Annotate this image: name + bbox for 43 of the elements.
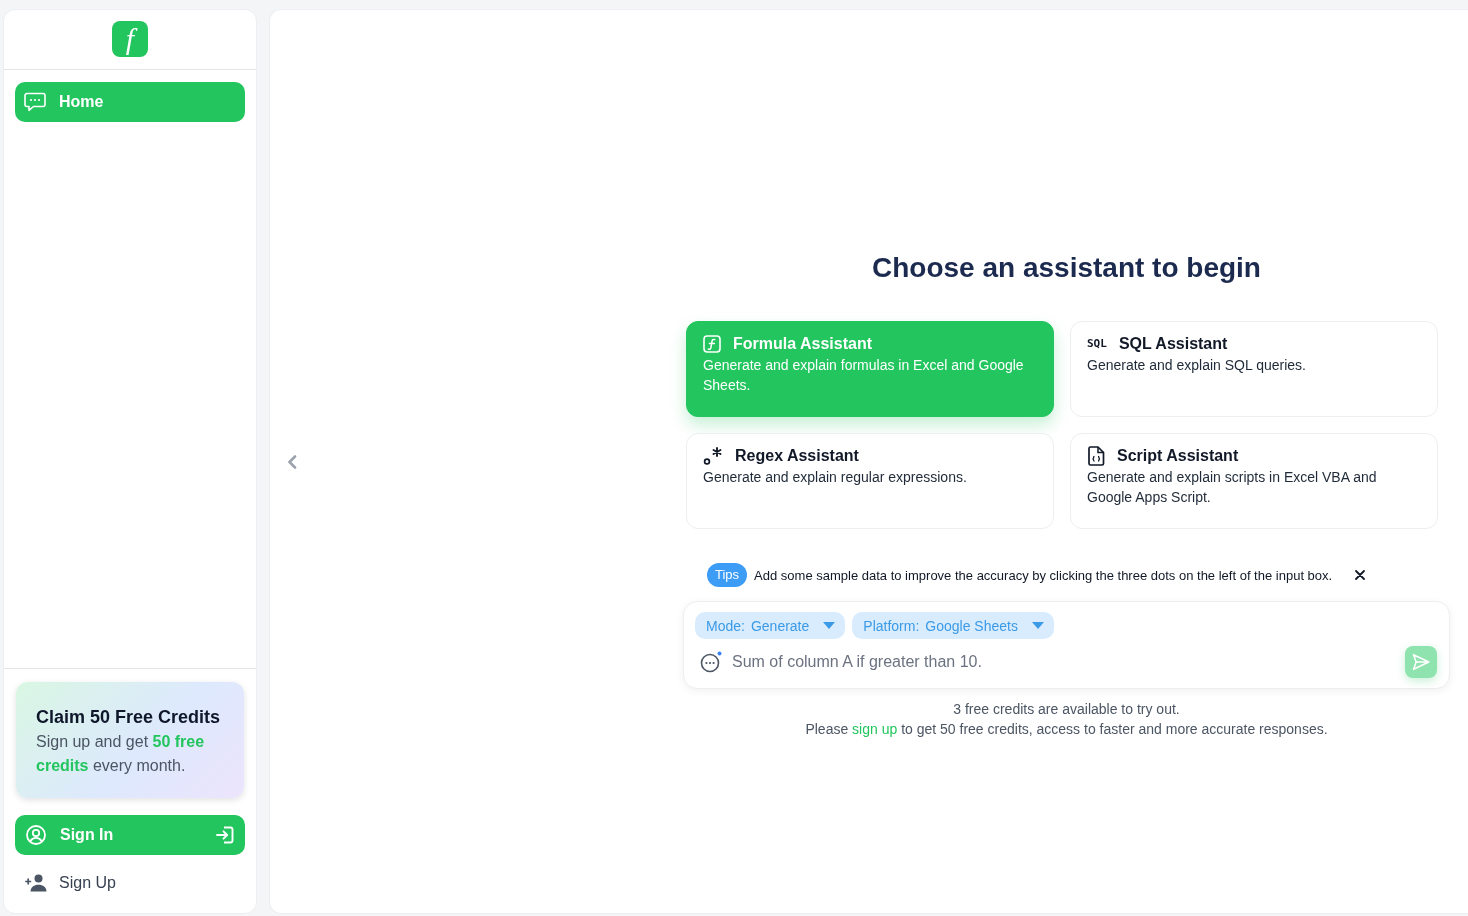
sql-icon: SQL	[1087, 337, 1107, 351]
function-icon	[703, 335, 721, 353]
regex-icon	[703, 447, 723, 465]
dropdown-chip[interactable]: Platform: Google Sheets	[852, 612, 1054, 639]
send-icon	[1412, 653, 1430, 671]
user-circle-icon	[26, 825, 46, 845]
card-description: Generate and explain regular expressions.	[703, 468, 968, 487]
chevron-left-icon	[287, 454, 297, 469]
assistant-card[interactable]: Regex Assistant Generate and explain regular expressions.	[686, 433, 1054, 529]
tips-badge: Tips	[707, 563, 748, 587]
close-icon	[1355, 570, 1366, 580]
caret-down-icon	[1031, 622, 1044, 629]
prompt-input[interactable]: Sum of column A if greater than 10.	[732, 653, 1395, 671]
promo-title: Claim 50 Free Credits	[36, 706, 222, 728]
sign-up-notice: Please sign up to get 50 free credits, access to faster and more accurate responses.	[804, 720, 1329, 739]
code-file-icon	[1087, 446, 1105, 466]
nav-item[interactable]: Home	[15, 82, 245, 122]
card-title: Formula Assistant	[733, 334, 872, 354]
card-description: Generate and explain SQL queries.	[1087, 356, 1307, 375]
assistant-card[interactable]: Script Assistant Generate and explain scripts in Excel VBA and Google Apps Script.	[1070, 433, 1438, 529]
card-title: Regex Assistant	[735, 446, 859, 466]
caret-down-icon	[823, 622, 836, 629]
card-title: SQL Assistant	[1118, 334, 1228, 354]
credits-note: 3 free credits are available to try out.	[952, 700, 1181, 719]
chat-bubble-icon	[24, 92, 46, 112]
dropdown-chip[interactable]: Mode: Generate	[695, 612, 846, 639]
promo-text: Sign up and get 50 free credits every month.	[36, 732, 206, 776]
tip-text: Add some sample data to improve the accuracy by clicking the three dots on the left of the input box.	[754, 567, 1333, 583]
more-options-button[interactable]	[700, 651, 722, 673]
sign-up-link[interactable]: sign up	[852, 721, 898, 737]
sign-up-button[interactable]: Sign Up	[15, 863, 245, 903]
user-plus-icon	[25, 874, 47, 892]
sign-in-button[interactable]: Sign In	[15, 815, 245, 855]
sign-in-arrow-icon	[216, 826, 234, 844]
page-heading: Choose an assistant to begin	[871, 251, 1262, 285]
card-description: Generate and explain scripts in Excel VBA and Google Apps Script.	[1087, 468, 1378, 507]
logo: f	[112, 21, 148, 57]
card-title: Script Assistant	[1117, 446, 1239, 466]
assistant-card[interactable]: Formula Assistant Generate and explain formulas in Excel and Google Sheets.	[686, 321, 1054, 417]
more-options-icon	[700, 651, 722, 673]
assistant-card[interactable]: SQL SQL Assistant Generate and explain SQL queries.	[1070, 321, 1438, 417]
close-tip-button[interactable]	[1353, 568, 1368, 582]
card-description: Generate and explain formulas in Excel and Google Sheets.	[703, 356, 1025, 395]
